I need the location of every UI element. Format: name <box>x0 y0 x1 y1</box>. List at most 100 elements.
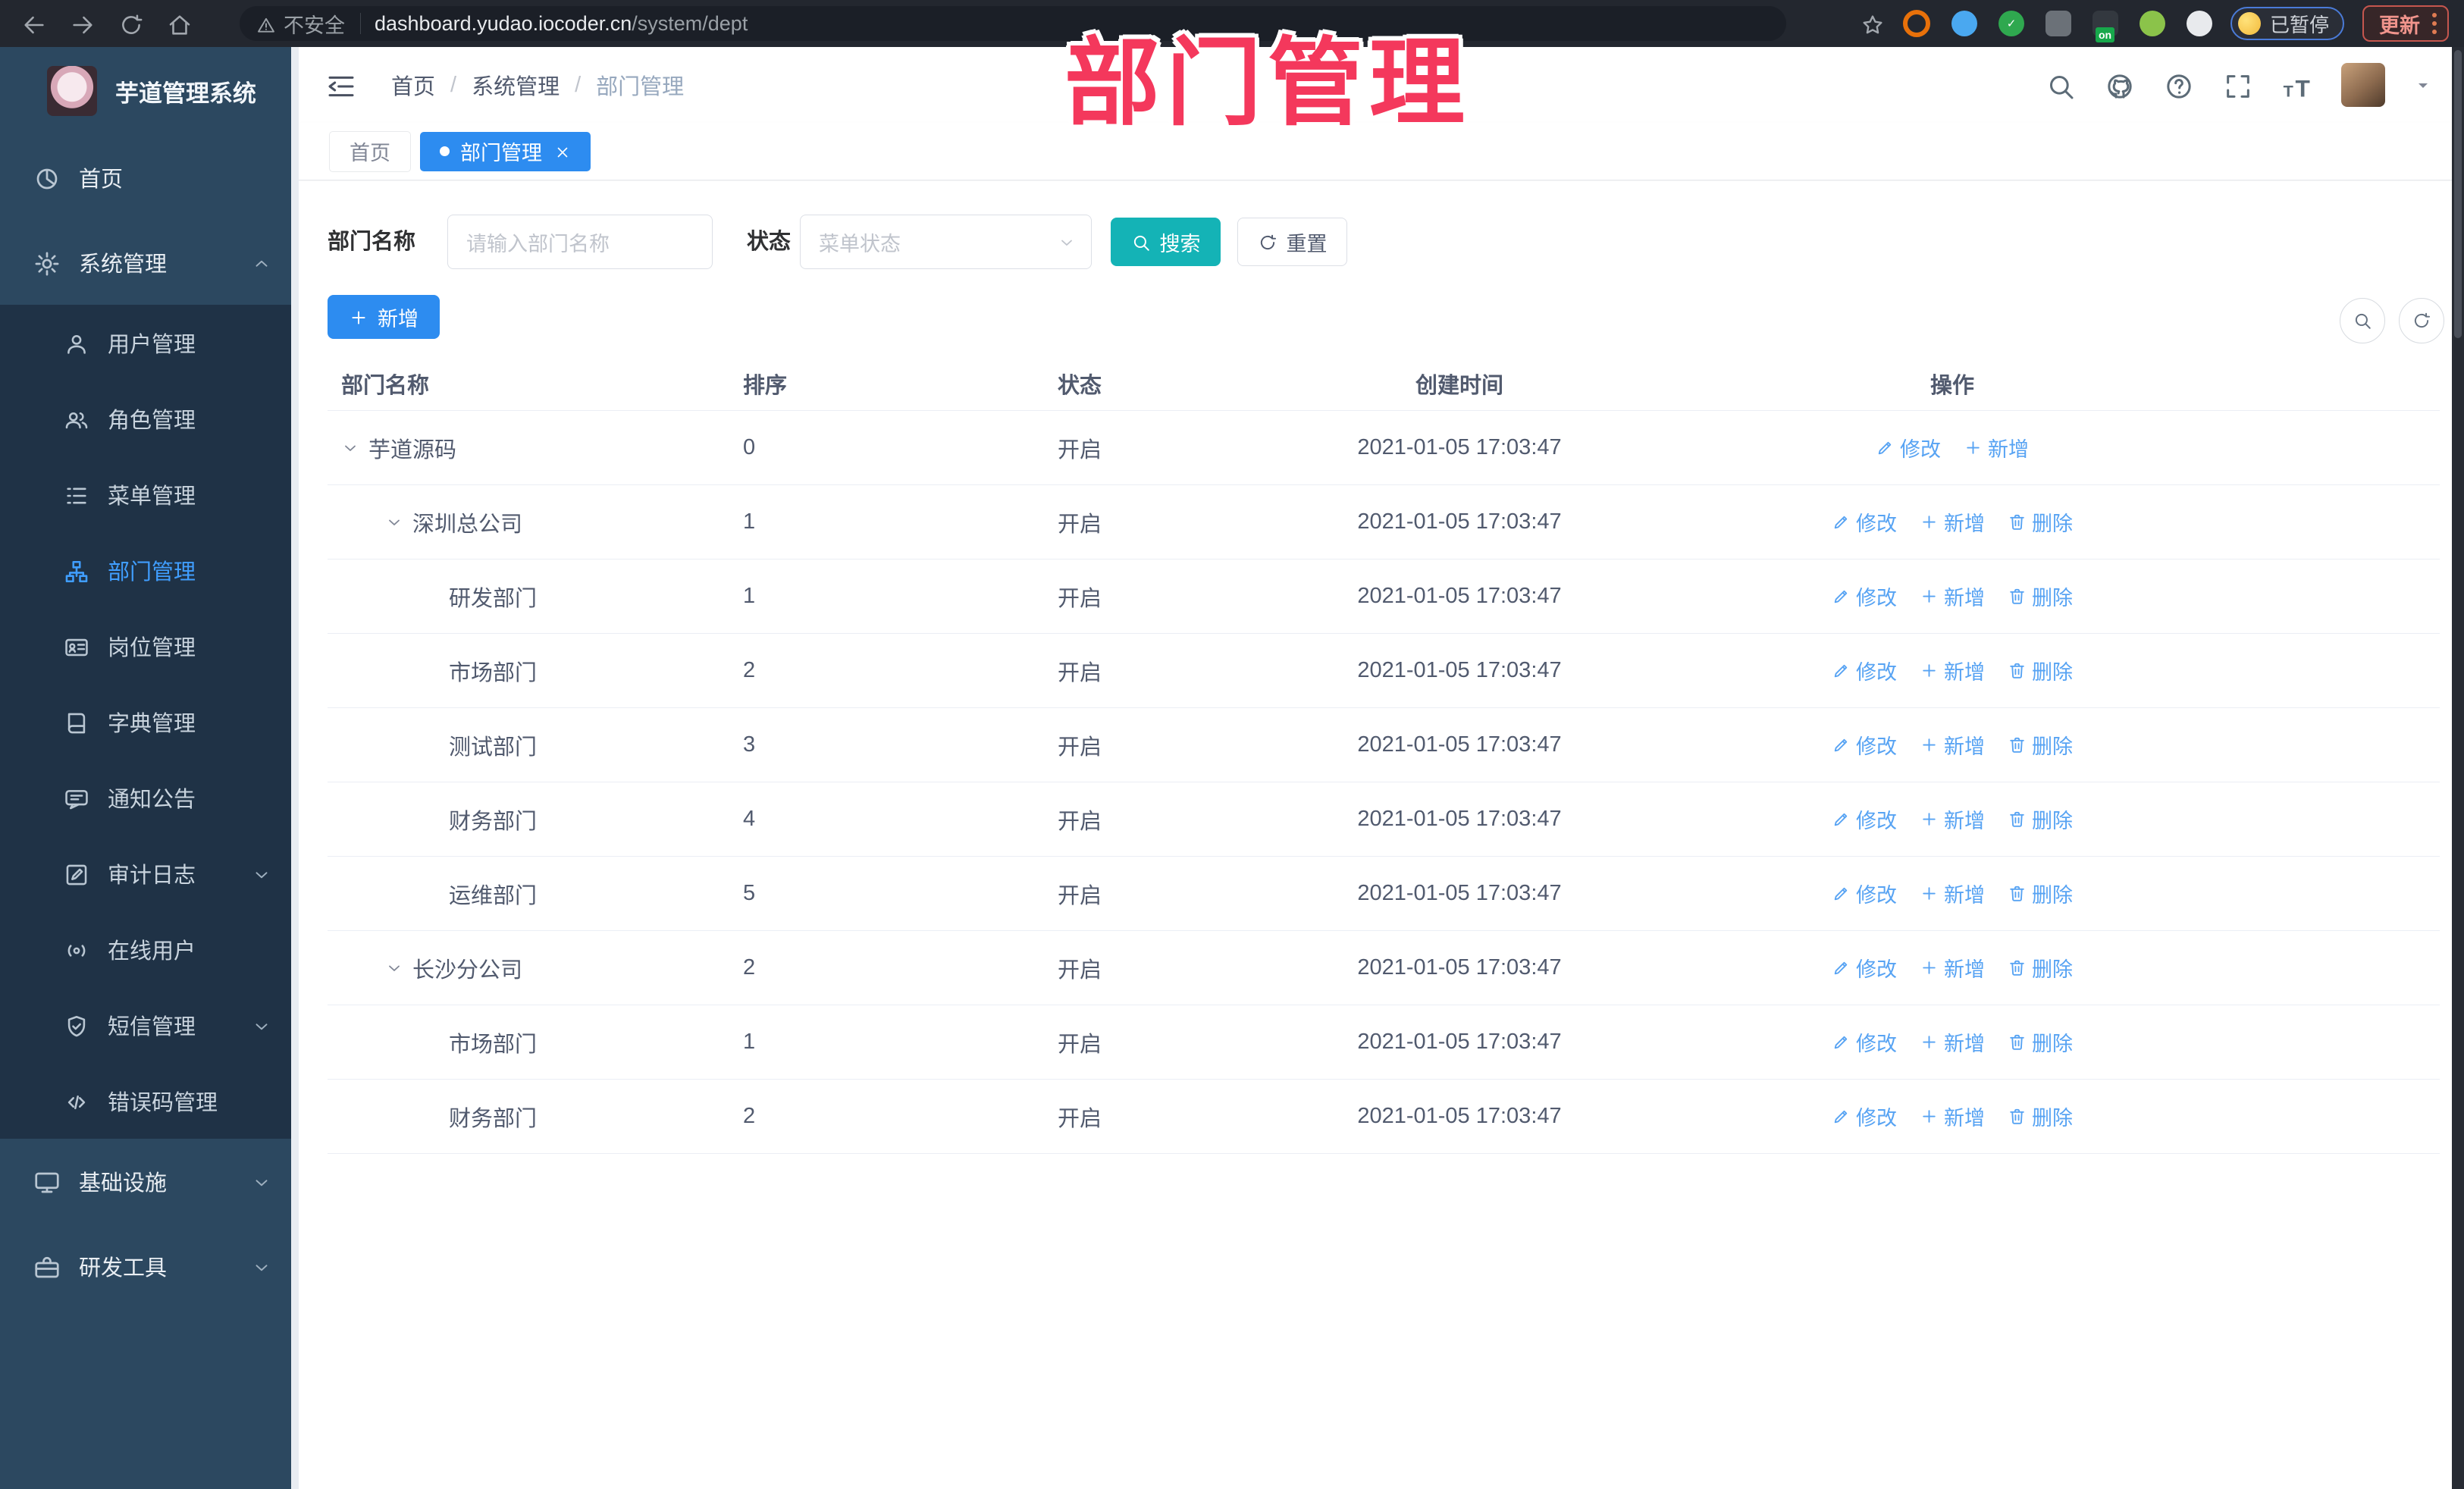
tab-dept[interactable]: 部门管理 <box>420 131 591 171</box>
sidebar-item-system-management[interactable]: 系统管理 <box>0 220 299 305</box>
row-action-modify[interactable]: 修改 <box>1832 1027 1897 1057</box>
github-icon-button[interactable] <box>2105 68 2135 102</box>
sidebar-item-sms-management[interactable]: 短信管理 <box>0 987 299 1063</box>
extension-puzzle-icon[interactable] <box>2186 11 2212 36</box>
sidebar-item-notice[interactable]: 通知公告 <box>0 760 299 835</box>
chevron-down-icon[interactable] <box>341 439 359 457</box>
row-action-modify[interactable]: 修改 <box>1832 953 1897 983</box>
extension-key-icon[interactable] <box>2139 11 2165 36</box>
sidebar-item-infrastructure[interactable]: 基础设施 <box>0 1139 299 1224</box>
dept-name-input[interactable]: 请输入部门名称 <box>447 215 713 269</box>
browser-forward-icon[interactable] <box>70 9 96 39</box>
sidebar-collapse-icon[interactable] <box>326 68 356 102</box>
sidebar-item-dict-management[interactable]: 字典管理 <box>0 684 299 760</box>
sidebar-item-menu-management[interactable]: 菜单管理 <box>0 456 299 532</box>
close-icon[interactable] <box>554 144 571 161</box>
tab-close-icon[interactable] <box>554 142 571 161</box>
bookmark-star-icon[interactable] <box>1861 10 1885 38</box>
row-action-delete[interactable]: 删除 <box>2008 953 2073 983</box>
browser-reload-icon[interactable] <box>118 9 144 39</box>
row-action-modify[interactable]: 修改 <box>1832 656 1897 685</box>
table-row[interactable]: 长沙分公司 2 开启 2021-01-05 17:03:47 修改 新增 删除 <box>328 931 2440 1005</box>
row-action-add[interactable]: 新增 <box>1920 507 1985 537</box>
row-action-add[interactable]: 新增 <box>1920 656 1985 685</box>
collapse-icon[interactable] <box>326 71 356 102</box>
row-action-modify[interactable]: 修改 <box>1832 507 1897 537</box>
page-scrollbar[interactable] <box>2452 47 2464 1489</box>
sidebar-item-dev-tools[interactable]: 研发工具 <box>0 1224 299 1309</box>
breadcrumb-item[interactable]: 首页 <box>391 69 435 101</box>
font-size-icon-button[interactable]: TT <box>2282 68 2312 102</box>
row-action-add[interactable]: 新增 <box>1920 953 1985 983</box>
row-action-modify[interactable]: 修改 <box>1876 433 1941 462</box>
toggle-search-button[interactable] <box>2340 298 2385 343</box>
table-row[interactable]: 芋道源码 0 开启 2021-01-05 17:03:47 修改 新增 <box>328 411 2440 485</box>
expand-row-icon[interactable] <box>385 958 403 979</box>
row-action-delete[interactable]: 删除 <box>2008 879 2073 908</box>
sidebar-item-role-management[interactable]: 角色管理 <box>0 381 299 456</box>
extension-gem-icon[interactable] <box>1951 11 1977 36</box>
browser-home-icon[interactable] <box>167 9 193 39</box>
expand-row-icon[interactable] <box>341 437 359 459</box>
row-action-modify[interactable]: 修改 <box>1832 730 1897 760</box>
extension-switch-icon[interactable]: on <box>2092 11 2118 42</box>
table-row[interactable]: 研发部门 1 开启 2021-01-05 17:03:47 修改 新增 删除 <box>328 560 2440 634</box>
help-icon-button[interactable] <box>2164 68 2194 102</box>
search-icon-button[interactable] <box>2045 68 2076 102</box>
row-action-delete[interactable]: 删除 <box>2008 507 2073 537</box>
row-action-delete[interactable]: 删除 <box>2008 1102 2073 1131</box>
row-action-add[interactable]: 新增 <box>1920 1027 1985 1057</box>
fullscreen-icon-button[interactable] <box>2223 68 2253 102</box>
row-action-add[interactable]: 新增 <box>1964 433 2029 462</box>
status-select[interactable]: 菜单状态 <box>800 215 1092 269</box>
row-action-modify[interactable]: 修改 <box>1832 581 1897 611</box>
row-action-delete[interactable]: 删除 <box>2008 804 2073 834</box>
star-icon[interactable] <box>1861 13 1885 37</box>
table-row[interactable]: 深圳总公司 1 开启 2021-01-05 17:03:47 修改 新增 删除 <box>328 485 2440 560</box>
row-action-add[interactable]: 新增 <box>1920 581 1985 611</box>
browser-menu-icon[interactable] <box>2432 13 2437 34</box>
caret-down-icon[interactable] <box>2414 74 2432 96</box>
sidebar-item-dept-management[interactable]: 部门管理 <box>0 532 299 608</box>
sidebar-scrollbar[interactable] <box>291 47 299 1489</box>
user-avatar[interactable] <box>2341 63 2385 107</box>
profile-paused-badge[interactable]: 已暂停 <box>2230 7 2344 40</box>
search-button[interactable]: 搜索 <box>1111 218 1221 266</box>
address-bar[interactable]: 不安全 dashboard.yudao.iocoder.cn/system/de… <box>240 6 1786 41</box>
row-action-modify[interactable]: 修改 <box>1832 1102 1897 1131</box>
expand-row-icon[interactable] <box>385 512 403 533</box>
sidebar-item-user-management[interactable]: 用户管理 <box>0 305 299 381</box>
table-row[interactable]: 运维部门 5 开启 2021-01-05 17:03:47 修改 新增 删除 <box>328 857 2440 931</box>
add-button[interactable]: 新增 <box>328 295 440 339</box>
extension-green-check-icon[interactable]: ✓ <box>1998 11 2024 36</box>
refresh-icon[interactable] <box>118 12 144 38</box>
chevron-down-icon[interactable] <box>385 959 403 977</box>
row-action-add[interactable]: 新增 <box>1920 1102 1985 1131</box>
table-row[interactable]: 财务部门 4 开启 2021-01-05 17:03:47 修改 新增 删除 <box>328 782 2440 857</box>
row-action-add[interactable]: 新增 <box>1920 879 1985 908</box>
refresh-table-button[interactable] <box>2399 298 2444 343</box>
extension-tiles-icon[interactable] <box>2045 11 2071 36</box>
sidebar-item-post-management[interactable]: 岗位管理 <box>0 608 299 684</box>
row-action-delete[interactable]: 删除 <box>2008 1027 2073 1057</box>
row-action-delete[interactable]: 删除 <box>2008 730 2073 760</box>
table-row[interactable]: 市场部门 2 开启 2021-01-05 17:03:47 修改 新增 删除 <box>328 634 2440 708</box>
sidebar-item-error-code[interactable]: 错误码管理 <box>0 1063 299 1139</box>
row-action-delete[interactable]: 删除 <box>2008 581 2073 611</box>
reset-button[interactable]: 重置 <box>1237 218 1347 266</box>
row-action-add[interactable]: 新增 <box>1920 730 1985 760</box>
browser-back-icon[interactable] <box>21 9 47 39</box>
caret-down-icon[interactable] <box>2414 77 2432 95</box>
home-icon[interactable] <box>167 12 193 38</box>
arrow-right-icon[interactable] <box>70 12 96 38</box>
table-row[interactable]: 市场部门 1 开启 2021-01-05 17:03:47 修改 新增 删除 <box>328 1005 2440 1080</box>
breadcrumb-item[interactable]: 系统管理 <box>472 69 560 101</box>
arrow-left-icon[interactable] <box>21 12 47 38</box>
sidebar-item-online-users[interactable]: 在线用户 <box>0 911 299 987</box>
table-row[interactable]: 财务部门 2 开启 2021-01-05 17:03:47 修改 新增 删除 <box>328 1080 2440 1154</box>
sidebar-item-audit-log[interactable]: 审计日志 <box>0 835 299 911</box>
tab-home[interactable]: 首页 <box>329 130 411 172</box>
row-action-modify[interactable]: 修改 <box>1832 879 1897 908</box>
chevron-down-icon[interactable] <box>385 513 403 531</box>
sidebar-logo-row[interactable]: 芋道管理系统 <box>0 47 299 135</box>
